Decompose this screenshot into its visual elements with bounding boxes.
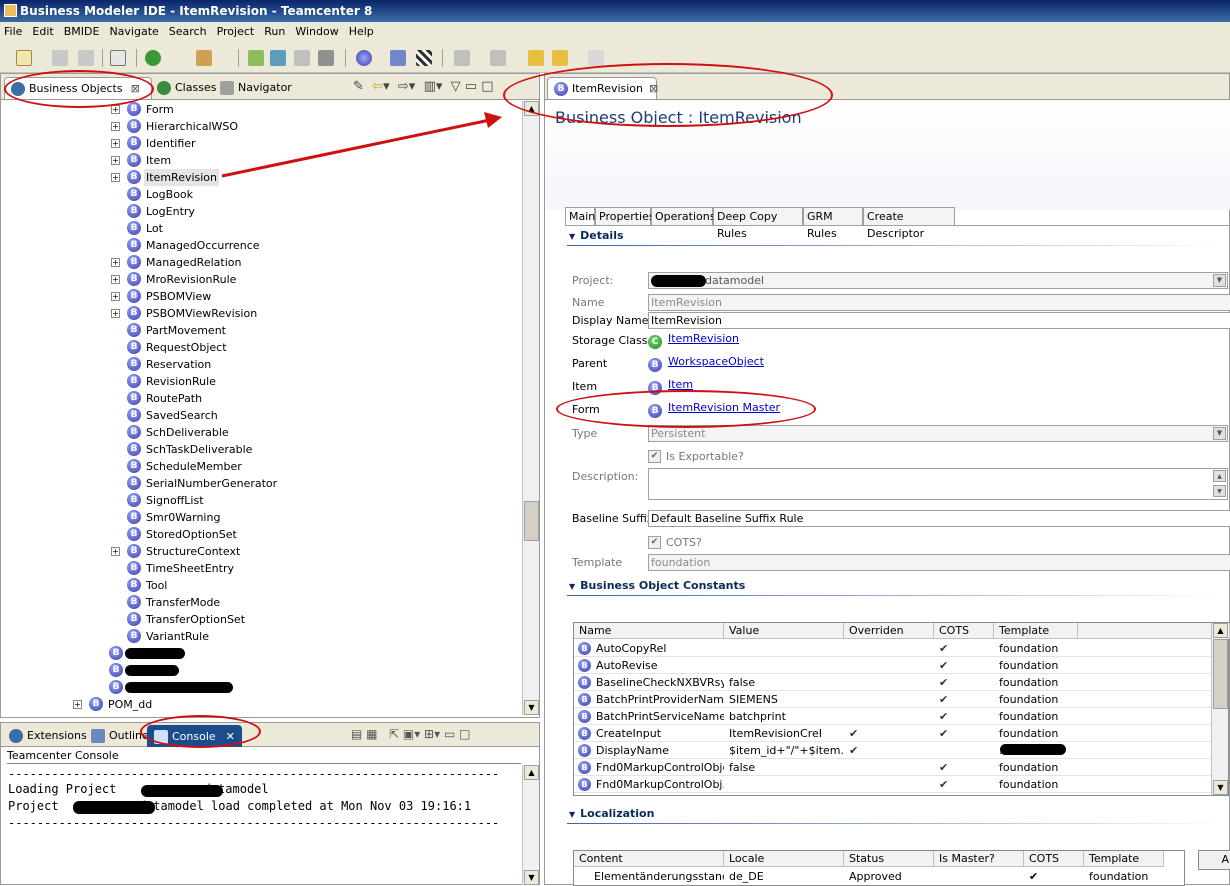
annotation-arrow <box>221 112 502 178</box>
